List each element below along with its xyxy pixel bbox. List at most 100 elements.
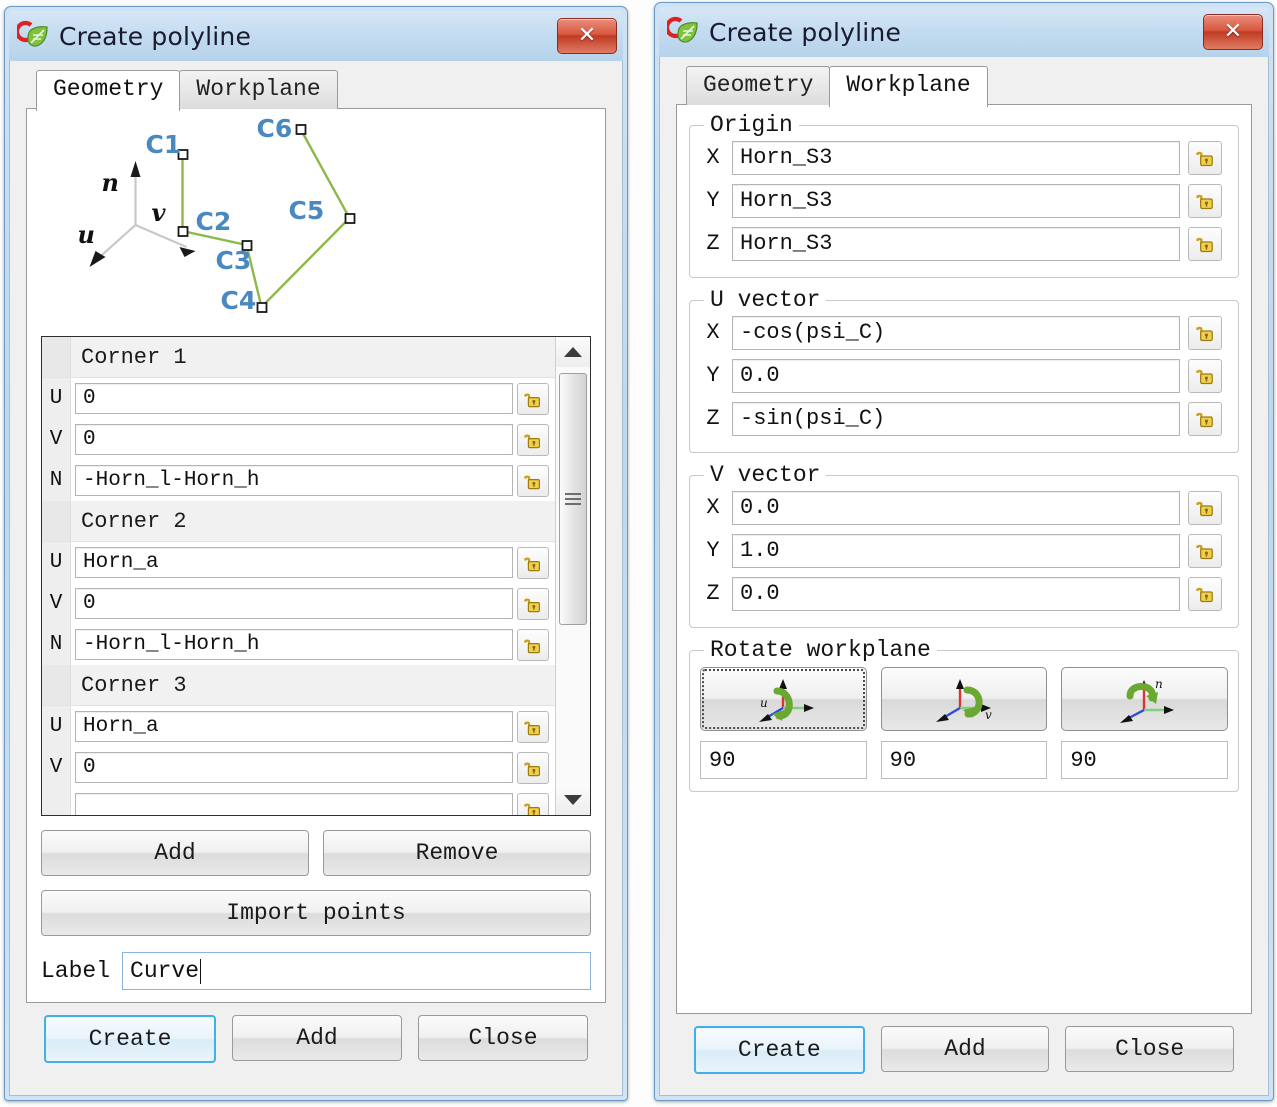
- rotate-v-angle-input[interactable]: 90: [880, 741, 1048, 779]
- corner-value-input[interactable]: 0: [75, 424, 513, 455]
- open-padlock-icon[interactable]: [517, 587, 549, 620]
- open-padlock-icon[interactable]: [517, 546, 549, 579]
- corner-value-input[interactable]: Horn_a: [75, 547, 513, 578]
- axis-label: Y: [706, 188, 720, 213]
- u-vector-x-input[interactable]: -cos(psi_C): [732, 315, 1180, 350]
- open-padlock-icon[interactable]: [1188, 490, 1222, 525]
- add-button[interactable]: Add: [880, 1026, 1050, 1072]
- svg-text:u: u: [78, 220, 95, 249]
- corner-label-c1: C1: [146, 130, 182, 159]
- comsol-c-leaf-icon: [664, 15, 701, 49]
- corner-list[interactable]: Corner 1 U 0 V 0 N -Horn_l-Horn_h Corner…: [41, 336, 591, 816]
- open-padlock-icon[interactable]: [1188, 358, 1222, 393]
- axis-label: Z: [706, 406, 720, 431]
- remove-corner-button[interactable]: Remove: [323, 830, 591, 876]
- corner-label-c3: C3: [216, 246, 252, 275]
- v-vector-row: X 0.0: [700, 486, 1228, 529]
- close-button-footer[interactable]: Close: [1065, 1026, 1235, 1072]
- open-padlock-icon[interactable]: [517, 423, 549, 456]
- u-vector-z-input[interactable]: -sin(psi_C): [732, 401, 1180, 436]
- open-padlock-icon[interactable]: [1188, 533, 1222, 568]
- create-button[interactable]: Create: [694, 1026, 865, 1074]
- rotate-about-u-axis-icon[interactable]: u: [700, 667, 867, 731]
- corner-value-input[interactable]: 0: [75, 383, 513, 414]
- import-points-button[interactable]: Import points: [41, 890, 591, 936]
- open-padlock-icon[interactable]: [517, 464, 549, 497]
- open-padlock-icon[interactable]: [517, 792, 549, 815]
- create-button[interactable]: Create: [44, 1015, 216, 1063]
- corner-group-header: Corner 3: [42, 665, 555, 706]
- open-padlock-icon[interactable]: [517, 751, 549, 784]
- axis-label: V: [42, 419, 71, 460]
- open-padlock-icon[interactable]: [1188, 315, 1222, 350]
- svg-text:n: n: [1155, 677, 1163, 691]
- add-button[interactable]: Add: [232, 1015, 402, 1061]
- create-polyline-window-geometry: Create polyline ✕ Geometry Workplane n v…: [4, 6, 628, 1101]
- add-corner-button[interactable]: Add: [41, 830, 309, 876]
- open-padlock-icon[interactable]: [1188, 183, 1222, 218]
- u-vector-row: Z -sin(psi_C): [700, 397, 1228, 440]
- scrollbar-thumb[interactable]: [559, 373, 587, 625]
- tab-geometry[interactable]: Geometry: [686, 65, 831, 105]
- axis-label: U: [42, 378, 71, 419]
- open-padlock-icon[interactable]: [1188, 226, 1222, 261]
- scroll-down-button[interactable]: [556, 785, 590, 815]
- v-vector-group-title: V vector: [704, 462, 827, 488]
- rotate-about-n-axis-icon[interactable]: n: [1061, 667, 1229, 731]
- v-vector-y-input[interactable]: 1.0: [732, 533, 1180, 568]
- close-button-footer[interactable]: Close: [418, 1015, 588, 1061]
- axis-label: X: [706, 145, 720, 170]
- corner-field-row: V 0: [42, 419, 555, 460]
- corner-field-row: U 0: [42, 378, 555, 419]
- corner-value-input[interactable]: -Horn_l-Horn_h: [75, 465, 513, 496]
- corner-value-input[interactable]: -Horn_l-Horn_h: [75, 629, 513, 660]
- axis-label: N: [42, 460, 71, 501]
- u-vector-y-input[interactable]: 0.0: [732, 358, 1180, 393]
- corner-list-scrollbar[interactable]: [555, 337, 590, 815]
- dialog-footer: Create Add Close: [672, 1014, 1256, 1074]
- axis-label: N: [42, 624, 71, 665]
- corner-value-input[interactable]: 0: [75, 752, 513, 783]
- rotate-about-v-axis-icon[interactable]: v: [880, 667, 1048, 731]
- open-padlock-icon[interactable]: [1188, 140, 1222, 175]
- tab-workplane[interactable]: Workplane: [829, 65, 988, 107]
- client-area: Geometry Workplane Origin X Horn_S3 Y Ho…: [659, 57, 1269, 1096]
- label-caption: Label: [41, 958, 111, 984]
- corner-field-row: U Horn_a: [42, 542, 555, 583]
- open-padlock-icon[interactable]: [517, 628, 549, 661]
- tab-workplane[interactable]: Workplane: [179, 69, 338, 109]
- corner-value-input[interactable]: [75, 793, 513, 815]
- tab-strip: Geometry Workplane: [36, 69, 610, 111]
- origin-y-input[interactable]: Horn_S3: [732, 183, 1180, 218]
- v-vector-x-input[interactable]: 0.0: [732, 490, 1180, 525]
- import-points-row: Import points: [41, 890, 591, 936]
- dialog-footer: Create Add Close: [22, 1003, 610, 1063]
- corner-value-input[interactable]: 0: [75, 588, 513, 619]
- corner-action-buttons: Add Remove: [41, 830, 591, 876]
- title-bar[interactable]: Create polyline ✕: [659, 7, 1269, 57]
- origin-z-input[interactable]: Horn_S3: [732, 226, 1180, 261]
- corner-group-header: Corner 1: [42, 337, 555, 378]
- tab-geometry[interactable]: Geometry: [36, 69, 181, 111]
- v-vector-row: Y 1.0: [700, 529, 1228, 572]
- open-padlock-icon[interactable]: [517, 382, 549, 415]
- open-padlock-icon[interactable]: [1188, 576, 1222, 611]
- v-vector-z-input[interactable]: 0.0: [732, 576, 1180, 611]
- label-input[interactable]: Curve: [122, 952, 591, 990]
- workplane-tab-panel: Origin X Horn_S3 Y Horn_S3 Z Horn_S3 U v…: [676, 104, 1252, 1014]
- close-button[interactable]: ✕: [1203, 14, 1263, 50]
- origin-x-input[interactable]: Horn_S3: [732, 140, 1180, 175]
- open-padlock-icon[interactable]: [517, 710, 549, 743]
- rotate-n-angle-input[interactable]: 90: [1061, 741, 1229, 779]
- close-button[interactable]: ✕: [557, 18, 617, 54]
- corner-value-input[interactable]: Horn_a: [75, 711, 513, 742]
- rotate-u-angle-input[interactable]: 90: [700, 741, 867, 779]
- open-padlock-icon[interactable]: [1188, 401, 1222, 436]
- scroll-up-button[interactable]: [556, 337, 590, 367]
- rotate-workplane-group: Rotate workplane u v n 90 90 90: [689, 637, 1239, 792]
- corner-field-row: N -Horn_l-Horn_h: [42, 460, 555, 501]
- axis-label: X: [706, 320, 720, 345]
- title-bar[interactable]: Create polyline ✕: [9, 11, 623, 61]
- origin-row: Y Horn_S3: [700, 179, 1228, 222]
- axis-label: Z: [706, 581, 720, 606]
